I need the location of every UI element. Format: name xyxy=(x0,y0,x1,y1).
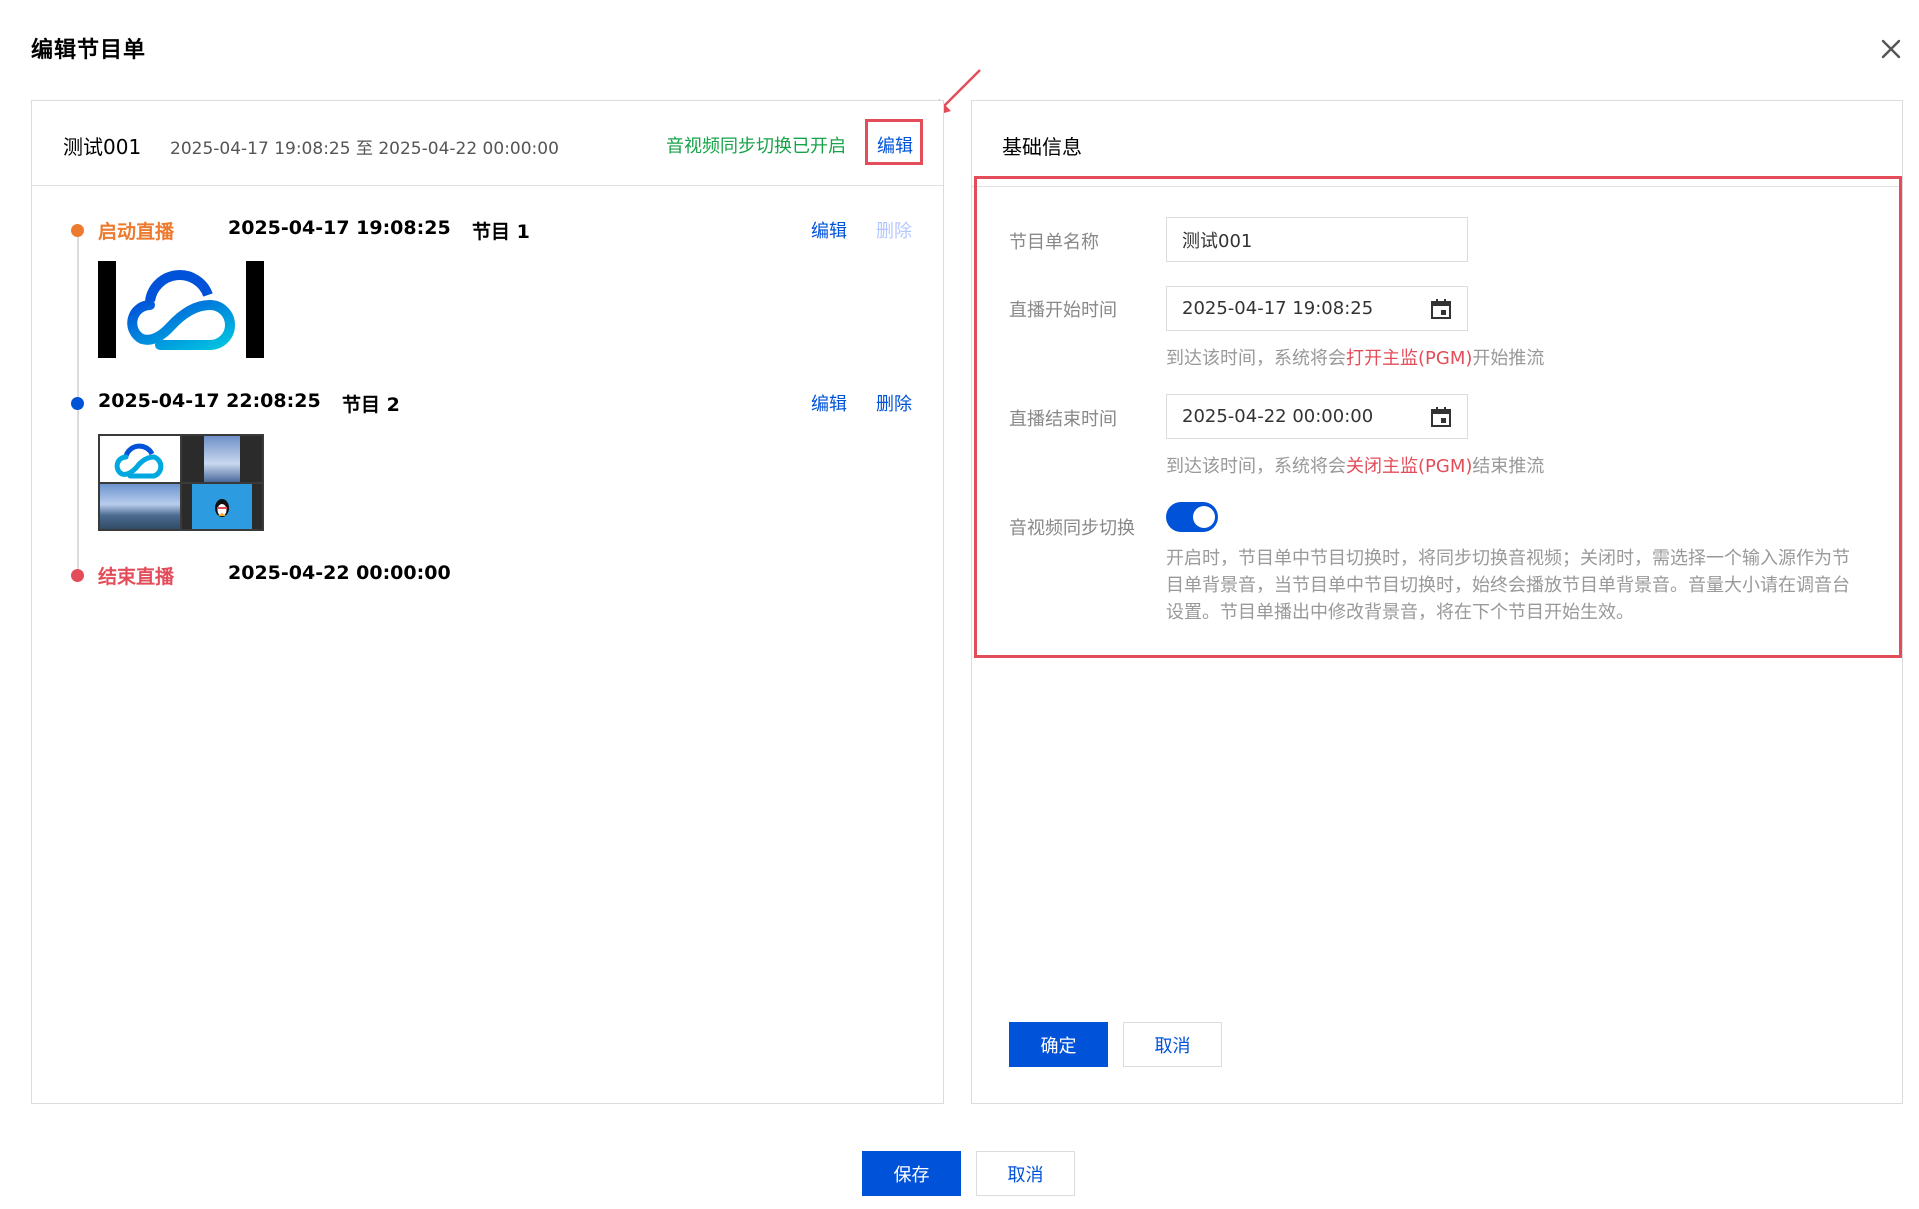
timeline-dot-start xyxy=(71,224,84,237)
sync-description: 开启时，节目单中节目切换时，将同步切换音视频；关闭时，需选择一个输入源作为节 目… xyxy=(1166,548,1850,623)
cloud-logo-icon xyxy=(127,270,235,350)
end-time: 2025-04-22 00:00:00 xyxy=(228,562,451,584)
toggle-knob xyxy=(1193,506,1215,528)
sync-status-text: 音视频同步切换已开启 xyxy=(666,136,846,157)
sync-switch-label: 音视频同步切换 xyxy=(1009,518,1135,539)
playlist-panel: 测试001 2025-04-17 19:08:25 至 2025-04-22 0… xyxy=(31,100,944,1104)
start-time-hint: 到达该时间，系统将会打开主监(PGM)开始推流 xyxy=(1166,348,1545,369)
end-live-label: 结束直播 xyxy=(98,566,175,588)
start-time-picker[interactable]: 2025-04-17 19:08:25 xyxy=(1166,286,1468,331)
edit-program-button[interactable]: 编辑 xyxy=(811,390,847,416)
penguin-icon xyxy=(215,499,229,517)
program-name: 节目 1 xyxy=(472,221,530,243)
delete-program-button[interactable]: 删除 xyxy=(876,390,912,416)
calendar-icon[interactable] xyxy=(1430,298,1452,320)
end-time-hint: 到达该时间，系统将会关闭主监(PGM)结束推流 xyxy=(1166,456,1545,477)
calendar-icon[interactable] xyxy=(1430,406,1452,428)
program-name: 节目 2 xyxy=(342,394,400,416)
cloud-logo-icon xyxy=(114,443,164,479)
start-time: 2025-04-17 19:08:25 xyxy=(228,217,451,239)
dialog-title: 编辑节目单 xyxy=(31,38,147,63)
playlist-time-range: 2025-04-17 19:08:25 至 2025-04-22 00:00:0… xyxy=(170,139,559,159)
name-label: 节目单名称 xyxy=(1009,232,1099,253)
confirm-button[interactable]: 确定 xyxy=(1009,1022,1108,1067)
end-time-picker[interactable]: 2025-04-22 00:00:00 xyxy=(1166,394,1468,439)
timeline-dot-end xyxy=(71,569,84,582)
delete-program-button: 删除 xyxy=(876,221,912,242)
footer-cancel-button[interactable]: 取消 xyxy=(976,1151,1075,1196)
timeline-dot-program xyxy=(71,397,84,410)
edit-playlist-button[interactable]: 编辑 xyxy=(877,132,913,158)
start-live-label: 启动直播 xyxy=(98,221,175,243)
sync-toggle[interactable] xyxy=(1166,502,1218,532)
end-time-value: 2025-04-22 00:00:00 xyxy=(1182,406,1374,427)
edit-program-button[interactable]: 编辑 xyxy=(811,217,847,243)
program-thumbnail-grid[interactable] xyxy=(98,434,264,531)
panel-title: 基础信息 xyxy=(1002,135,1082,159)
start-time-value: 2025-04-17 19:08:25 xyxy=(1182,298,1374,319)
basic-info-panel: 基础信息 节目单名称 直播开始时间 2025-04-17 19:08:25 到达… xyxy=(971,100,1903,1104)
program-thumbnail[interactable] xyxy=(98,261,264,358)
playlist-name: 测试001 xyxy=(63,135,142,159)
program-start-time: 2025-04-17 22:08:25 xyxy=(98,390,321,412)
end-time-label: 直播结束时间 xyxy=(1009,409,1117,430)
save-button[interactable]: 保存 xyxy=(862,1151,961,1196)
name-input[interactable] xyxy=(1166,217,1468,262)
start-time-label: 直播开始时间 xyxy=(1009,300,1117,321)
playlist-header: 测试001 2025-04-17 19:08:25 至 2025-04-22 0… xyxy=(32,101,943,186)
close-icon[interactable] xyxy=(1876,34,1906,64)
cancel-button[interactable]: 取消 xyxy=(1123,1022,1222,1067)
